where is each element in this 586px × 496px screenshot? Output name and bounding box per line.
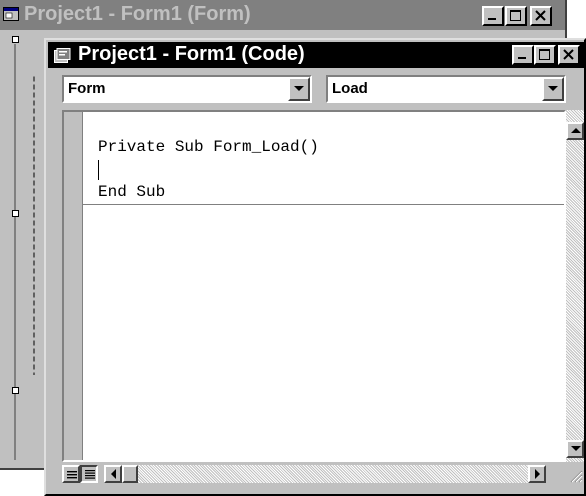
object-combo[interactable]: Form bbox=[62, 75, 312, 103]
form-window-icon bbox=[3, 7, 19, 21]
arrow-left-icon bbox=[111, 469, 116, 479]
scroll-down-button[interactable] bbox=[566, 440, 584, 458]
scroll-up-button[interactable] bbox=[566, 122, 584, 140]
procedure-separator bbox=[83, 204, 564, 205]
close-icon bbox=[535, 10, 546, 21]
full-module-view-button[interactable] bbox=[80, 465, 98, 483]
code-minimize-button[interactable] bbox=[512, 45, 534, 65]
close-icon bbox=[563, 49, 574, 60]
code-line-3[interactable]: End Sub bbox=[98, 183, 165, 201]
text-cursor bbox=[98, 160, 99, 180]
procedure-combo[interactable]: Load bbox=[326, 75, 566, 103]
scroll-left-button[interactable] bbox=[104, 465, 122, 483]
procedure-view-icon bbox=[67, 471, 77, 479]
code-maximize-button[interactable] bbox=[534, 45, 556, 65]
minimize-icon bbox=[488, 18, 496, 20]
form-window-title: Project1 - Form1 (Form) bbox=[24, 3, 251, 25]
maximize-icon bbox=[539, 49, 550, 60]
chevron-down-icon bbox=[294, 86, 304, 91]
resize-handle-middle-left[interactable] bbox=[12, 210, 19, 217]
procedure-combo-value: Load bbox=[332, 80, 368, 97]
resize-handle-top-left[interactable] bbox=[12, 36, 19, 43]
vertical-scrollbar[interactable] bbox=[566, 110, 584, 462]
size-grip[interactable] bbox=[566, 464, 584, 484]
code-window-icon bbox=[54, 48, 71, 63]
code-window-title: Project1 - Form1 (Code) bbox=[78, 43, 305, 65]
scroll-right-button[interactable] bbox=[528, 465, 546, 483]
horizontal-scroll-thumb[interactable] bbox=[122, 465, 138, 483]
size-grip-icon bbox=[570, 470, 583, 483]
code-line-1[interactable]: Private Sub Form_Load() bbox=[98, 138, 319, 156]
arrow-down-icon bbox=[571, 446, 581, 451]
form-grid-dots bbox=[33, 75, 35, 375]
maximize-icon bbox=[510, 10, 521, 21]
full-module-view-icon bbox=[85, 470, 95, 479]
form-designer-surface[interactable] bbox=[14, 44, 28, 460]
procedure-view-button[interactable] bbox=[62, 465, 80, 483]
object-combo-dropdown-button[interactable] bbox=[288, 77, 310, 101]
form-close-button[interactable] bbox=[530, 6, 552, 26]
horizontal-scrollbar[interactable] bbox=[104, 465, 546, 483]
arrow-up-icon bbox=[571, 128, 581, 133]
code-window-titlebar[interactable]: Project1 - Form1 (Code) bbox=[48, 42, 584, 68]
form-maximize-button[interactable] bbox=[505, 6, 527, 26]
object-combo-value: Form bbox=[68, 80, 106, 97]
resize-handle-bottom-left[interactable] bbox=[12, 387, 19, 394]
form-window-titlebar[interactable]: Project1 - Form1 (Form) bbox=[0, 0, 565, 30]
code-window[interactable]: Project1 - Form1 (Code) Form Load Privat… bbox=[44, 38, 586, 496]
chevron-down-icon bbox=[548, 86, 558, 91]
procedure-combo-dropdown-button[interactable] bbox=[542, 77, 564, 101]
minimize-icon bbox=[518, 57, 526, 59]
code-close-button[interactable] bbox=[558, 45, 580, 65]
margin-indicator-bar[interactable] bbox=[64, 112, 83, 460]
code-editor[interactable]: Private Sub Form_Load() End Sub bbox=[62, 110, 566, 462]
form-minimize-button[interactable] bbox=[482, 6, 504, 26]
arrow-right-icon bbox=[535, 469, 540, 479]
